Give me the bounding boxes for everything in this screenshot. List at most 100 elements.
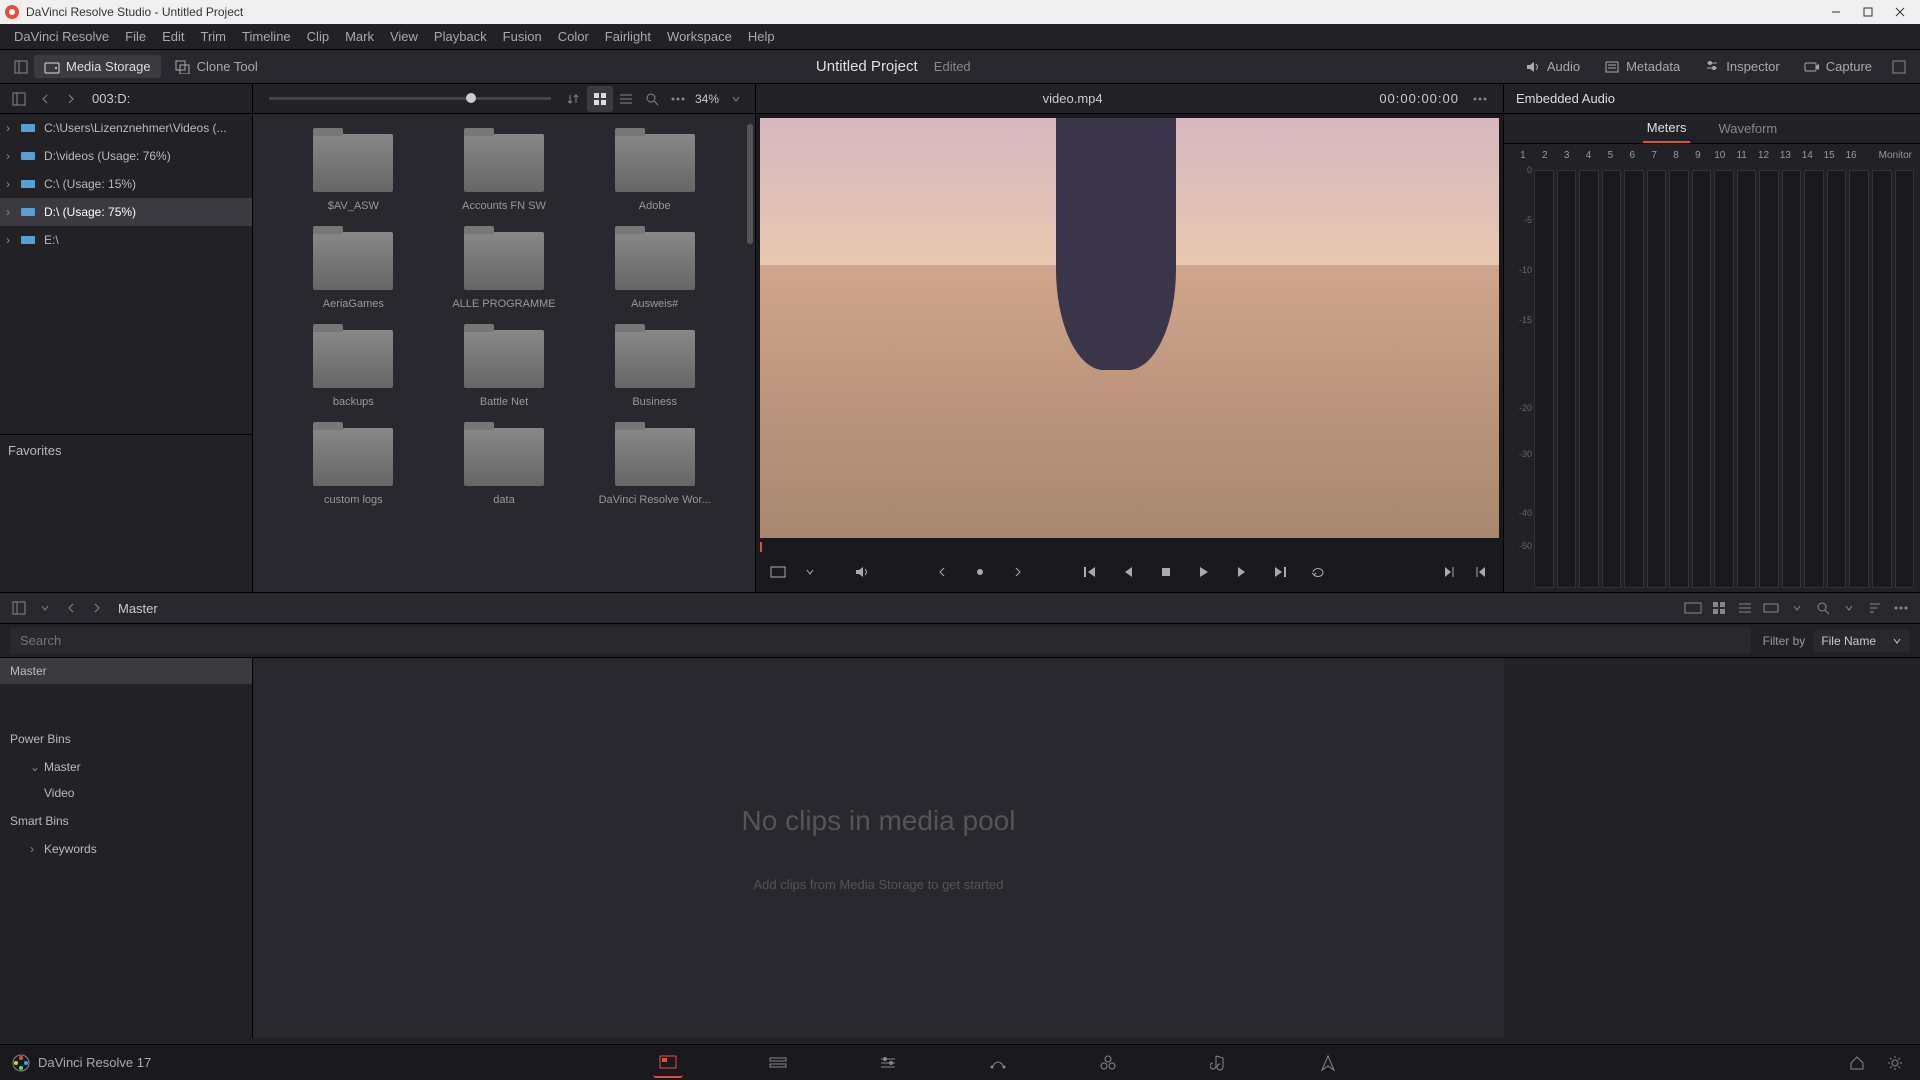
master-bin-row[interactable]: Master (0, 658, 252, 684)
menu-playback[interactable]: Playback (426, 24, 495, 49)
go-to-start-button[interactable] (1078, 560, 1102, 584)
pool-forward-button[interactable] (84, 595, 110, 621)
ui-layout-button[interactable] (8, 54, 34, 80)
folder-item[interactable]: backups (283, 330, 424, 408)
settings-button[interactable] (1882, 1050, 1908, 1076)
media-storage-button[interactable]: Media Storage (34, 55, 161, 78)
viewer-scrubber[interactable] (756, 542, 1503, 552)
deliver-page-button[interactable] (1313, 1048, 1343, 1078)
menu-timeline[interactable]: Timeline (234, 24, 299, 49)
folder-item[interactable]: Ausweis# (584, 232, 725, 310)
meters-tab[interactable]: Meters (1643, 114, 1691, 143)
menu-fusion[interactable]: Fusion (495, 24, 550, 49)
stop-button[interactable] (1154, 560, 1178, 584)
more-options-button[interactable] (665, 86, 691, 112)
sort-button[interactable] (561, 86, 587, 112)
drive-row[interactable]: ›D:\ (Usage: 75%) (0, 198, 252, 226)
match-frame-button[interactable] (766, 560, 790, 584)
loop-button[interactable] (1306, 560, 1330, 584)
menu-clip[interactable]: Clip (299, 24, 337, 49)
viewer-preview[interactable] (756, 114, 1503, 542)
drive-row[interactable]: ›E:\ (0, 226, 252, 254)
pool-aspect-button[interactable] (1758, 595, 1784, 621)
menu-edit[interactable]: Edit (154, 24, 192, 49)
menu-mark[interactable]: Mark (337, 24, 382, 49)
folder-item[interactable]: AeriaGames (283, 232, 424, 310)
pool-search-input[interactable] (10, 627, 1751, 654)
menu-davinci-resolve[interactable]: DaVinci Resolve (6, 24, 117, 49)
zoom-dropdown-button[interactable] (723, 86, 749, 112)
power-bin-master[interactable]: ⌄Master (0, 754, 252, 780)
fusion-page-button[interactable] (983, 1048, 1013, 1078)
folder-item[interactable]: data (434, 428, 575, 506)
power-bin-video[interactable]: Video (0, 780, 252, 806)
pool-back-button[interactable] (58, 595, 84, 621)
grid-view-button[interactable] (587, 86, 613, 112)
capture-button[interactable]: Capture (1794, 55, 1882, 78)
folder-item[interactable]: Business (584, 330, 725, 408)
close-button[interactable] (1884, 2, 1916, 22)
metadata-button[interactable]: Metadata (1594, 55, 1690, 78)
mute-button[interactable] (850, 560, 874, 584)
step-back-button[interactable] (1116, 560, 1140, 584)
go-to-end-button[interactable] (1268, 560, 1292, 584)
pool-list-button[interactable] (1732, 595, 1758, 621)
menu-trim[interactable]: Trim (193, 24, 235, 49)
jog-forward-button[interactable] (1006, 560, 1030, 584)
pool-search-button[interactable] (1810, 595, 1836, 621)
prev-clip-button[interactable] (1469, 560, 1493, 584)
minimize-button[interactable] (1820, 2, 1852, 22)
folder-item[interactable]: DaVinci Resolve Wor... (584, 428, 725, 506)
clone-tool-button[interactable]: Clone Tool (165, 55, 268, 78)
jog-back-button[interactable] (930, 560, 954, 584)
folder-scrollbar[interactable] (747, 124, 753, 244)
pool-dropdown-button[interactable] (32, 595, 58, 621)
pool-aspect-dropdown[interactable] (1784, 595, 1810, 621)
pool-search-dropdown[interactable] (1836, 595, 1862, 621)
drive-row[interactable]: ›C:\Users\Lizenznehmer\Videos (... (0, 114, 252, 142)
folder-item[interactable]: Accounts FN SW (434, 134, 575, 212)
nav-back-button[interactable] (32, 86, 58, 112)
pool-sort-button[interactable] (1862, 595, 1888, 621)
folder-item[interactable]: Adobe (584, 134, 725, 212)
folder-item[interactable]: Battle Net (434, 330, 575, 408)
nav-forward-button[interactable] (58, 86, 84, 112)
viewer-options-button[interactable] (1467, 86, 1493, 112)
color-page-button[interactable] (1093, 1048, 1123, 1078)
folder-item[interactable]: custom logs (283, 428, 424, 506)
maximize-button[interactable] (1852, 2, 1884, 22)
edit-page-button[interactable] (873, 1048, 903, 1078)
drive-row[interactable]: ›C:\ (Usage: 15%) (0, 170, 252, 198)
home-button[interactable] (1844, 1050, 1870, 1076)
next-clip-button[interactable] (1437, 560, 1461, 584)
keywords-bin[interactable]: ›Keywords (0, 836, 252, 862)
menu-help[interactable]: Help (740, 24, 783, 49)
media-page-button[interactable] (653, 1048, 683, 1078)
menu-view[interactable]: View (382, 24, 426, 49)
menu-color[interactable]: Color (550, 24, 597, 49)
folder-item[interactable]: $AV_ASW (283, 134, 424, 212)
search-button[interactable] (639, 86, 665, 112)
fairlight-page-button[interactable] (1203, 1048, 1233, 1078)
pool-filmstrip-button[interactable] (1680, 595, 1706, 621)
inspector-button[interactable]: Inspector (1694, 55, 1789, 78)
filter-select[interactable]: File Name (1813, 630, 1910, 652)
pool-sidebar-toggle[interactable] (6, 595, 32, 621)
menu-workspace[interactable]: Workspace (659, 24, 740, 49)
match-frame-dropdown[interactable] (798, 560, 822, 584)
pool-grid-button[interactable] (1706, 595, 1732, 621)
pool-more-button[interactable] (1888, 595, 1914, 621)
expand-button[interactable] (1886, 54, 1912, 80)
thumbnail-size-slider[interactable] (269, 97, 551, 100)
sidebar-toggle-button[interactable] (6, 86, 32, 112)
list-view-button[interactable] (613, 86, 639, 112)
step-forward-button[interactable] (1230, 560, 1254, 584)
folder-item[interactable]: ALLE PROGRAMME (434, 232, 575, 310)
pool-empty-area[interactable]: No clips in media pool Add clips from Me… (253, 658, 1504, 1038)
menu-file[interactable]: File (117, 24, 154, 49)
cut-page-button[interactable] (763, 1048, 793, 1078)
waveform-tab[interactable]: Waveform (1714, 115, 1781, 142)
play-button[interactable] (1192, 560, 1216, 584)
audio-panel-button[interactable]: Audio (1515, 55, 1590, 78)
menu-fairlight[interactable]: Fairlight (597, 24, 659, 49)
